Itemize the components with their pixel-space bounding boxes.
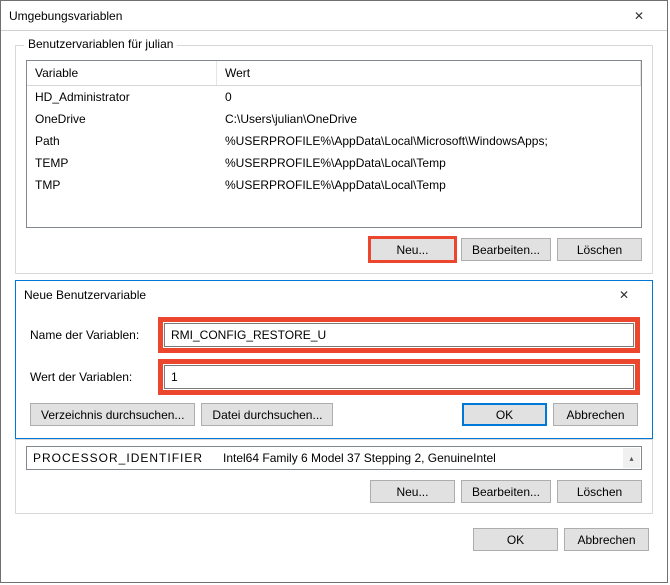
cell-var: PROCESSOR_IDENTIFIER (33, 451, 223, 465)
env-vars-window: Umgebungsvariablen Benutzervariablen für… (0, 0, 668, 583)
inner-close-button[interactable] (604, 281, 644, 309)
name-field-row: Name der Variablen: (30, 319, 638, 351)
list-rows: HD_Administrator 0 OneDrive C:\Users\jul… (27, 86, 641, 196)
cell-var: TMP (27, 177, 217, 193)
system-vars-list[interactable]: PROCESSOR_IDENTIFIER Intel64 Family 6 Mo… (26, 446, 642, 470)
spacer (339, 403, 456, 426)
scroll-up-button[interactable]: ▴ (623, 448, 640, 468)
value-input-wrap (160, 361, 638, 393)
user-vars-buttons: Neu... Bearbeiten... Löschen (26, 238, 642, 261)
cell-val: C:\Users\julian\OneDrive (217, 111, 641, 127)
close-icon (619, 288, 629, 302)
window-title: Umgebungsvariablen (9, 9, 619, 23)
browse-file-button[interactable]: Datei durchsuchen... (201, 403, 333, 426)
table-row[interactable]: Path %USERPROFILE%\AppData\Local\Microso… (27, 130, 641, 152)
titlebar: Umgebungsvariablen (1, 1, 667, 31)
user-vars-group: Benutzervariablen für julian Variable We… (15, 45, 653, 274)
system-vars-group: PROCESSOR_IDENTIFIER Intel64 Family 6 Mo… (15, 439, 653, 514)
table-row[interactable]: TMP %USERPROFILE%\AppData\Local\Temp (27, 174, 641, 196)
header-value[interactable]: Wert (217, 61, 641, 85)
ok-button[interactable]: OK (462, 403, 547, 426)
close-icon (634, 9, 644, 23)
table-row[interactable]: OneDrive C:\Users\julian\OneDrive (27, 108, 641, 130)
cell-val: 0 (217, 89, 641, 105)
cell-var: TEMP (27, 155, 217, 171)
system-vars-buttons: Neu... Bearbeiten... Löschen (26, 480, 642, 503)
variable-name-input[interactable] (164, 323, 634, 347)
name-input-wrap (160, 319, 638, 351)
cell-val: %USERPROFILE%\AppData\Local\Microsoft\Wi… (217, 133, 641, 149)
inner-body: Name der Variablen: Wert der Variablen: … (16, 309, 652, 438)
cell-val: %USERPROFILE%\AppData\Local\Temp (217, 155, 641, 171)
cell-val: Intel64 Family 6 Model 37 Stepping 2, Ge… (223, 451, 635, 465)
window-body: Benutzervariablen für julian Variable We… (1, 31, 667, 563)
inner-button-row: Verzeichnis durchsuchen... Datei durchsu… (30, 403, 638, 426)
edit-button[interactable]: Bearbeiten... (461, 238, 551, 261)
cell-val: %USERPROFILE%\AppData\Local\Temp (217, 177, 641, 193)
close-button[interactable] (619, 2, 659, 30)
value-label: Wert der Variablen: (30, 370, 160, 384)
cell-var: Path (27, 133, 217, 149)
footer-buttons: OK Abbrechen (15, 528, 653, 551)
delete-button[interactable]: Löschen (557, 238, 642, 261)
variable-value-input[interactable] (164, 365, 634, 389)
table-row[interactable]: HD_Administrator 0 (27, 86, 641, 108)
new-button[interactable]: Neu... (370, 238, 455, 261)
new-button[interactable]: Neu... (370, 480, 455, 503)
table-row[interactable]: TEMP %USERPROFILE%\AppData\Local\Temp (27, 152, 641, 174)
cell-var: OneDrive (27, 111, 217, 127)
value-field-row: Wert der Variablen: (30, 361, 638, 393)
cancel-button[interactable]: Abbrechen (553, 403, 638, 426)
delete-button[interactable]: Löschen (557, 480, 642, 503)
name-label: Name der Variablen: (30, 328, 160, 342)
header-variable[interactable]: Variable (27, 61, 217, 85)
edit-button[interactable]: Bearbeiten... (461, 480, 551, 503)
cell-var: HD_Administrator (27, 89, 217, 105)
user-vars-legend: Benutzervariablen für julian (24, 37, 177, 51)
cancel-button[interactable]: Abbrechen (564, 528, 649, 551)
new-variable-dialog: Neue Benutzervariable Name der Variablen… (15, 280, 653, 439)
user-vars-list[interactable]: Variable Wert HD_Administrator 0 OneDriv… (26, 60, 642, 228)
ok-button[interactable]: OK (473, 528, 558, 551)
inner-titlebar: Neue Benutzervariable (16, 281, 652, 309)
inner-title: Neue Benutzervariable (24, 288, 604, 302)
browse-dir-button[interactable]: Verzeichnis durchsuchen... (30, 403, 195, 426)
list-header: Variable Wert (27, 61, 641, 86)
